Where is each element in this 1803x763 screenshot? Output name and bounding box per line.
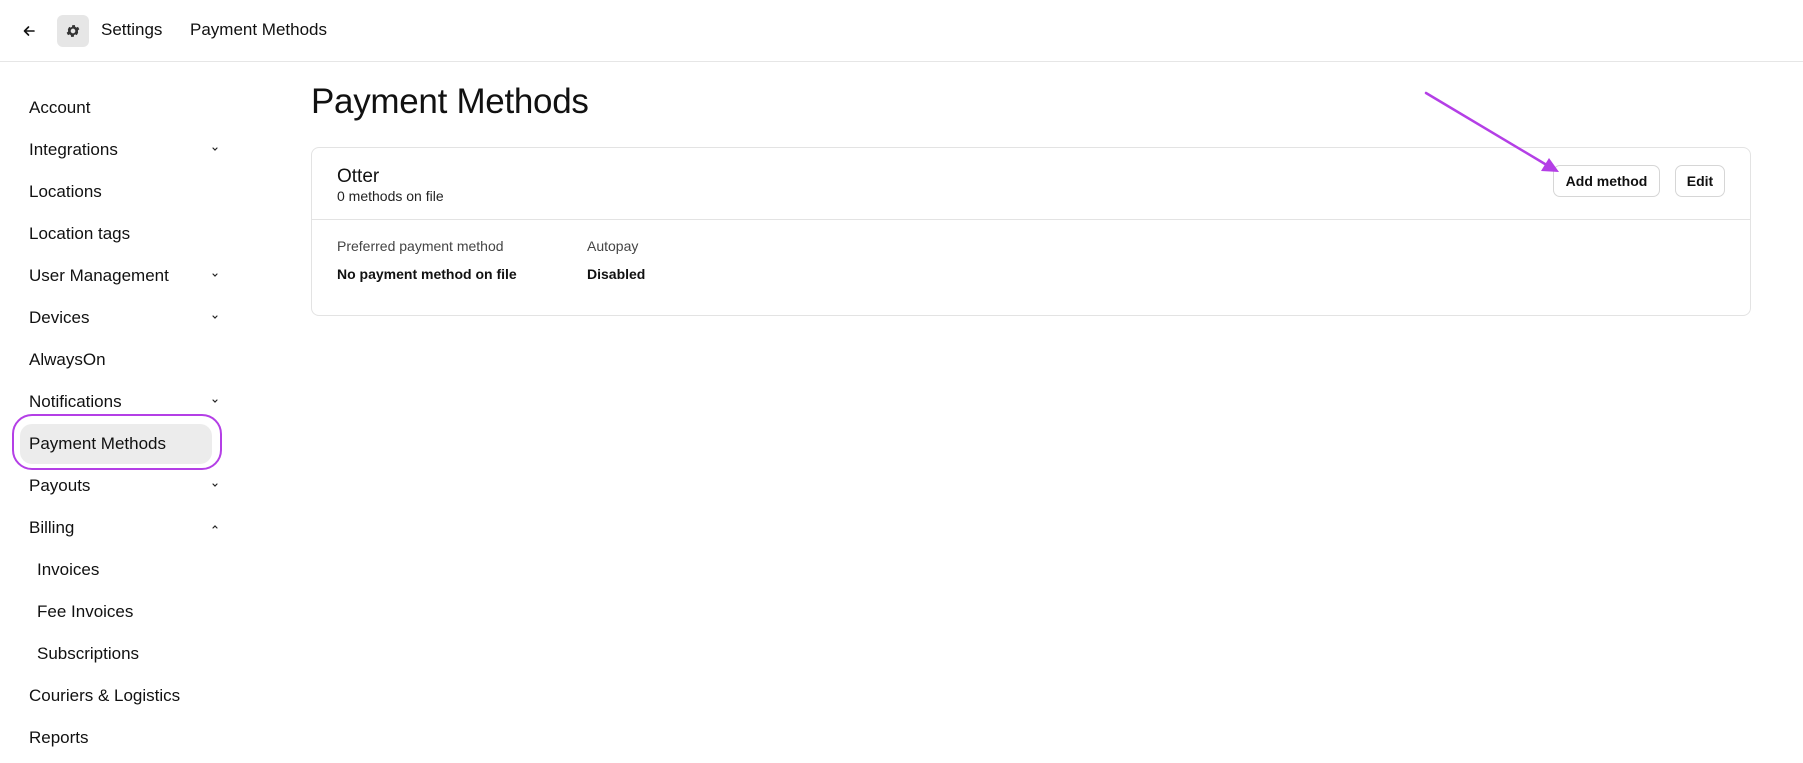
sidebar-item-label: User Management <box>29 266 169 285</box>
sidebar-item-payouts[interactable]: Payouts <box>20 466 218 506</box>
sidebar-item-label: Integrations <box>29 140 118 159</box>
sidebar-item-label: Notifications <box>29 392 122 411</box>
sidebar-item-label: Billing <box>29 518 75 537</box>
sidebar-item-label: AlwaysOn <box>29 350 106 369</box>
sidebar-item-label: Fee Invoices <box>37 602 134 621</box>
breadcrumb-current: Payment Methods <box>190 20 328 39</box>
sidebar-item-label: Location tags <box>29 224 131 243</box>
sidebar-item-reports[interactable]: Reports <box>20 718 212 758</box>
sidebar-item-integrations[interactable]: Integrations <box>20 130 218 170</box>
payment-account-card: Otter 0 methods on file Add method Edit … <box>311 147 1751 316</box>
sidebar-item-label: Locations <box>29 182 102 201</box>
chevron-down-icon <box>212 483 218 487</box>
card-header: Otter 0 methods on file Add method Edit <box>312 148 1750 220</box>
sidebar-item-label: Payouts <box>29 476 91 495</box>
sidebar-item-notifications[interactable]: Notifications <box>20 382 218 422</box>
sidebar-item-label: Invoices <box>37 560 100 579</box>
add-method-button[interactable]: Add method <box>1553 165 1660 197</box>
sidebar-item-subscriptions[interactable]: Subscriptions <box>20 634 212 674</box>
back-button[interactable] <box>18 20 40 42</box>
methods-count: 0 methods on file <box>337 188 444 204</box>
sidebar-item-label: Reports <box>29 728 89 747</box>
sidebar-item-payment-methods[interactable]: Payment Methods <box>20 424 212 464</box>
edit-button[interactable]: Edit <box>1675 165 1725 197</box>
annotation-arrow <box>1424 91 1559 172</box>
chevron-up-icon <box>212 525 218 529</box>
sidebar-item-invoices[interactable]: Invoices <box>20 550 212 590</box>
sidebar-item-label: Subscriptions <box>37 644 140 663</box>
sidebar-item-label: Account <box>29 98 91 117</box>
chevron-down-icon <box>212 315 218 319</box>
page-title: Payment Methods <box>311 82 589 121</box>
sidebar-item-label: Devices <box>29 308 90 327</box>
breadcrumb-settings[interactable]: Settings <box>101 20 162 40</box>
sidebar-item-devices[interactable]: Devices <box>20 298 218 338</box>
sidebar-item-alwayson[interactable]: AlwaysOn <box>20 340 212 380</box>
top-bar: Settings Payment Methods <box>0 0 1803 62</box>
sidebar-item-billing[interactable]: Billing <box>20 508 218 548</box>
chevron-down-icon <box>212 273 218 277</box>
autopay-value: Disabled <box>587 266 646 282</box>
sidebar-item-location-tags[interactable]: Location tags <box>20 214 212 254</box>
sidebar-item-account[interactable]: Account <box>20 88 212 128</box>
preferred-method-value: No payment method on file <box>337 266 517 282</box>
autopay-label: Autopay <box>587 238 639 254</box>
gear-icon <box>66 25 80 37</box>
account-name: Otter <box>337 166 380 187</box>
chevron-down-icon <box>212 147 218 151</box>
chevron-down-icon <box>212 399 218 403</box>
preferred-method-label: Preferred payment method <box>337 238 504 254</box>
sidebar-item-label: Couriers & Logistics <box>29 686 181 705</box>
sidebar-item-fee-invoices[interactable]: Fee Invoices <box>20 592 212 632</box>
sidebar-item-couriers-logistics[interactable]: Couriers & Logistics <box>20 676 212 716</box>
sidebar-item-label: Payment Methods <box>29 434 167 453</box>
arrow-left-icon <box>23 26 35 36</box>
sidebar-item-locations[interactable]: Locations <box>20 172 212 212</box>
settings-icon-button[interactable] <box>57 15 89 47</box>
sidebar-item-user-management[interactable]: User Management <box>20 256 218 296</box>
